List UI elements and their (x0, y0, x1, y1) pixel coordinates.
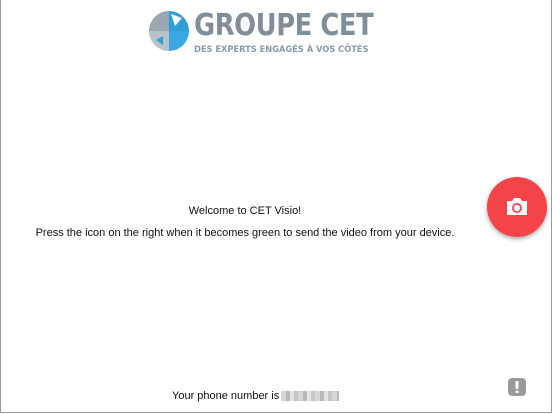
phone-number-redacted (281, 391, 340, 401)
instructions-text: Press the icon on the right when it beco… (35, 227, 455, 239)
groupe-cet-logo: GROUPE CET DES EXPERTS ENGAGÉS À VOS CÔT… (148, 8, 374, 55)
alert-button[interactable] (508, 378, 526, 396)
welcome-message: Welcome to CET Visio! (188, 205, 302, 217)
phone-number-line: Your phone number is (172, 390, 340, 402)
logo-name: GROUPE CET (194, 8, 374, 43)
logo-tagline: DES EXPERTS ENGAGÉS À VOS CÔTÉS (194, 45, 369, 55)
camera-icon (507, 198, 527, 215)
groupe-cet-logo-mark-icon (149, 11, 189, 51)
phone-number-label: Your phone number is (172, 390, 280, 402)
send-video-button[interactable] (487, 177, 547, 237)
exclamation-icon (515, 381, 519, 393)
